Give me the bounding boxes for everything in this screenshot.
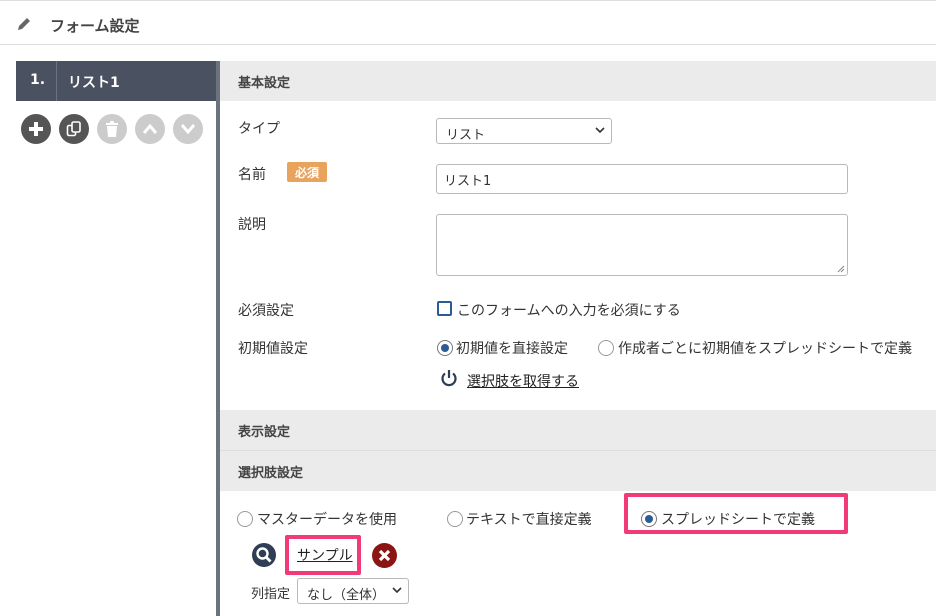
delete-icon[interactable] <box>372 543 397 568</box>
choice-sheet-radio[interactable] <box>641 511 657 527</box>
page-header: フォーム設定 <box>0 4 936 45</box>
field-list-panel: 1. リスト1 <box>16 61 216 616</box>
column-select[interactable]: なし（全体） <box>297 578 409 604</box>
required-setting-label: 必須設定 <box>238 303 294 319</box>
description-label: 説明 <box>238 217 266 233</box>
description-textarea[interactable] <box>436 214 848 276</box>
required-checkbox-text: このフォームへの入力を必須にする <box>457 303 681 319</box>
add-icon[interactable] <box>21 114 51 144</box>
section-display: 表示設定 <box>220 410 936 450</box>
trash-icon[interactable] <box>97 114 127 144</box>
section-display-title: 表示設定 <box>238 425 291 440</box>
required-checkbox[interactable] <box>437 301 452 316</box>
chevron-down-icon <box>392 587 402 594</box>
section-basic: 基本設定 <box>220 61 936 101</box>
search-icon[interactable] <box>252 543 276 567</box>
power-icon <box>441 370 457 387</box>
page-title: フォーム設定 <box>50 17 140 35</box>
name-label: 名前 <box>238 167 266 183</box>
chevron-down-icon <box>595 127 605 134</box>
initial-value-label: 初期値設定 <box>238 341 308 357</box>
field-name: リスト1 <box>68 75 120 91</box>
move-up-icon[interactable] <box>135 114 165 144</box>
field-settings: 基本設定 タイプ リスト 名前 必須 リスト1 説明 必須設定 このフォームへの… <box>220 61 936 616</box>
field-number: 1. <box>30 72 46 88</box>
choice-master-radio[interactable] <box>237 511 253 527</box>
section-choices: 選択肢設定 <box>220 451 936 491</box>
move-down-icon[interactable] <box>173 114 203 144</box>
type-select[interactable]: リスト <box>436 118 612 144</box>
name-input[interactable]: リスト1 <box>436 164 848 194</box>
field-list-item[interactable]: 1. リスト1 <box>16 61 216 101</box>
copy-icon[interactable] <box>59 114 89 144</box>
initial-sheet-text: 作成者ごとに初期値をスプレッドシートで定義 <box>618 341 912 357</box>
choice-sheet-text: スプレッドシートで定義 <box>661 512 815 528</box>
initial-direct-radio[interactable] <box>437 340 453 356</box>
choice-text-text: テキストで直接定義 <box>466 512 592 528</box>
sample-link[interactable]: サンプル <box>297 545 353 565</box>
choice-master-text: マスターデータを使用 <box>257 512 397 528</box>
choice-text-radio[interactable] <box>447 511 463 527</box>
initial-direct-text: 初期値を直接設定 <box>456 341 568 357</box>
fetch-choices-link[interactable]: 選択肢を取得する <box>467 371 579 391</box>
column-label: 列指定 <box>251 587 291 602</box>
required-badge: 必須 <box>287 162 327 182</box>
section-basic-title: 基本設定 <box>238 76 291 91</box>
pencil-icon <box>18 18 30 30</box>
resize-grip-icon[interactable] <box>837 265 845 273</box>
initial-sheet-radio[interactable] <box>598 340 614 356</box>
section-choices-title: 選択肢設定 <box>238 466 304 481</box>
type-label: タイプ <box>238 121 280 137</box>
